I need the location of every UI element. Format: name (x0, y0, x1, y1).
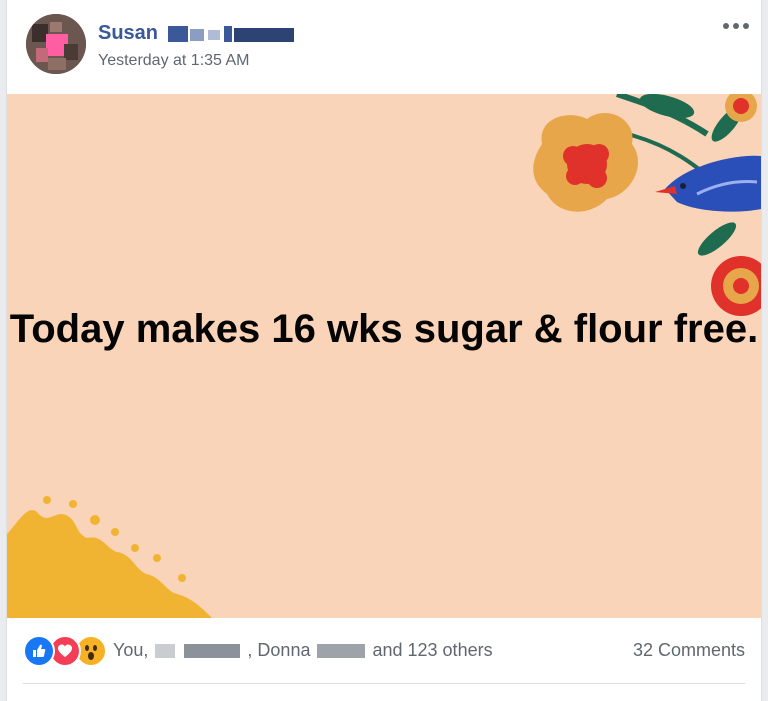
reaction-icons[interactable] (23, 635, 111, 667)
author-first-name[interactable]: Susan (98, 22, 158, 44)
redacted-name-3 (317, 644, 366, 659)
like-icon[interactable] (23, 635, 55, 667)
redacted-name-1 (155, 644, 176, 659)
more-horizontal-icon (723, 23, 749, 29)
flower-bird-decoration (533, 94, 761, 316)
sun-decoration (7, 496, 212, 618)
comments-count-link[interactable]: 32 Comments (633, 640, 745, 661)
redacted-name-2 (184, 644, 241, 659)
reactions-bar: You, , Donna and 123 others 32 Comments (7, 618, 761, 684)
reaction-donna[interactable]: , Donna (247, 640, 315, 660)
reaction-you[interactable]: You, (113, 640, 153, 660)
post-text: Today makes 16 wks sugar & flour free. (9, 307, 759, 351)
post-card: Susan Yesterday at 1:35 AM Today makes 1… (6, 0, 762, 701)
reaction-people[interactable]: You, , Donna and 123 others (113, 640, 493, 661)
redacted-surname (167, 25, 294, 42)
author-name[interactable]: Susan (98, 20, 294, 46)
avatar[interactable] (26, 14, 86, 74)
post-timestamp[interactable]: Yesterday at 1:35 AM (98, 52, 250, 70)
divider (23, 683, 745, 684)
post-options-button[interactable] (721, 14, 751, 38)
post-background: Today makes 16 wks sugar & flour free. (7, 94, 761, 618)
reaction-others[interactable]: and 123 others (372, 640, 492, 660)
